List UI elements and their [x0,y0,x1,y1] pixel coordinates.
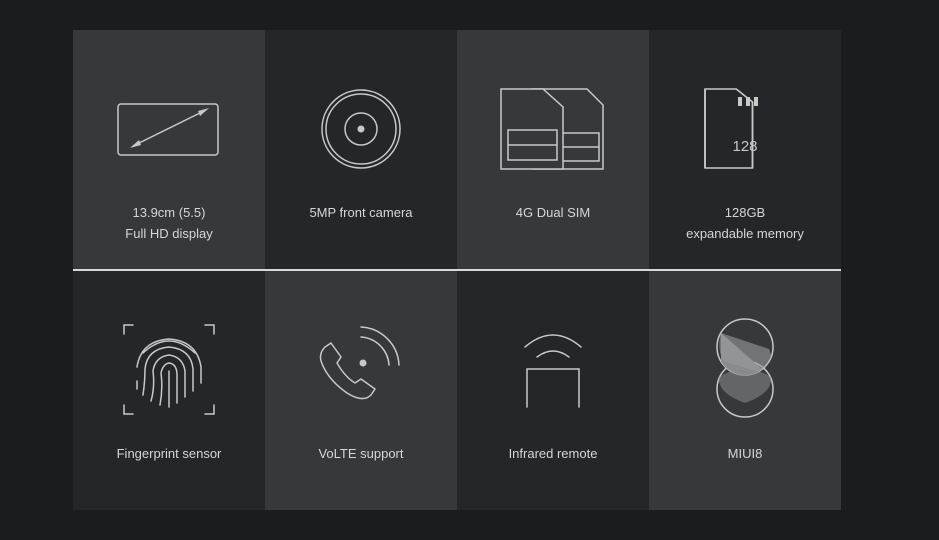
feature-display: 13.9cm (5.5) Full HD display [73,30,265,269]
feature-label-line: VoLTE support [318,446,404,461]
feature-memory: 128 128GB expandable memory [649,30,841,269]
feature-infrared: Infrared remote [457,271,649,510]
feature-label: 4G Dual SIM [457,202,649,223]
feature-label: VoLTE support [265,443,457,464]
sd-card-capacity-text: 128 [732,138,757,155]
phone-signal-icon [265,271,457,431]
infrared-icon [457,271,649,431]
feature-label: 13.9cm (5.5) Full HD display [73,202,265,244]
camera-lens-icon [265,30,457,190]
feature-label-line: Infrared remote [508,446,598,461]
miui-logo-icon [649,271,841,431]
feature-label-line: 13.9cm (5.5) [132,205,206,220]
feature-fingerprint: Fingerprint sensor [73,271,265,510]
display-diagonal-icon [73,30,265,190]
feature-label: Infrared remote [457,443,649,464]
feature-label-line: 4G Dual SIM [515,205,591,220]
feature-volte: VoLTE support [265,271,457,510]
sd-card-icon: 128 [649,30,841,190]
feature-label-line: MIUI8 [727,446,763,461]
feature-label-line: Fingerprint sensor [116,446,222,461]
feature-label: MIUI8 [649,443,841,464]
feature-label-line: 5MP front camera [309,205,413,220]
feature-label-line: expandable memory [686,226,804,241]
feature-miui: MIUI8 [649,271,841,510]
features-row-1: 13.9cm (5.5) Full HD display 5MP front c… [73,30,841,269]
feature-label-line: 128GB [724,205,766,220]
features-grid: 13.9cm (5.5) Full HD display 5MP front c… [73,30,841,510]
fingerprint-icon [73,271,265,431]
dual-sim-icon [457,30,649,190]
feature-label: Fingerprint sensor [73,443,265,464]
feature-dual-sim: 4G Dual SIM [457,30,649,269]
feature-label-line: Full HD display [125,226,213,241]
feature-label: 5MP front camera [265,202,457,223]
feature-label: 128GB expandable memory [649,202,841,244]
feature-camera: 5MP front camera [265,30,457,269]
features-row-2: Fingerprint sensor VoLTE support Infrare… [73,271,841,510]
